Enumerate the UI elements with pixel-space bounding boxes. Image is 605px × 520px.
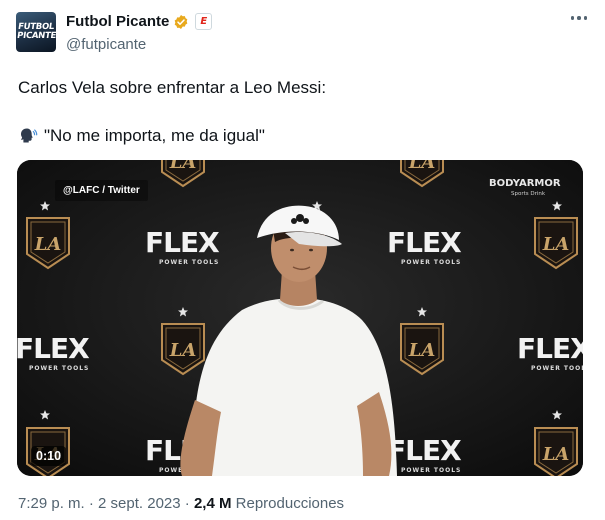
tweet-text: Carlos Vela sobre enfrentar a Leo Messi: <box>18 78 327 97</box>
video-credit: @LAFC / Twitter <box>55 180 148 201</box>
tweet-quote: "No me importa, me da igual" <box>44 126 265 145</box>
views-count: 2,4 M <box>193 495 232 512</box>
affiliate-badge-icon[interactable]: E <box>195 13 213 30</box>
avatar-text-2: PICANTE <box>16 31 56 41</box>
more-options-icon[interactable] <box>570 16 587 20</box>
tweet-quote-line: "No me importa, me da igual" <box>18 125 265 147</box>
author-handle[interactable]: @futpicante <box>66 36 146 53</box>
tweet-meta: 7:29 p. m. · 2 sept. 2023 · 2,4 M Reprod… <box>18 495 344 512</box>
meta-separator-2: · <box>184 495 190 512</box>
views-label: Reproducciones <box>235 495 345 512</box>
verified-badge-icon[interactable] <box>173 14 189 30</box>
tweet-time[interactable]: 7:29 p. m. <box>18 495 85 512</box>
video-frame: LA FLEX POWER TOOLS BODYARMO <box>17 160 583 476</box>
author-name[interactable]: Futbol Picante <box>66 13 169 30</box>
tweet-video[interactable]: LA FLEX POWER TOOLS BODYARMO <box>17 160 583 476</box>
author-name-row: Futbol Picante E <box>66 13 213 30</box>
affiliate-badge-label: E <box>200 16 208 27</box>
video-duration: 0:10 <box>31 446 67 466</box>
speaking-head-icon <box>20 128 38 143</box>
author-avatar[interactable]: FUTBOL PICANTE <box>16 12 56 52</box>
svg-text:BODYARMOR: BODYARMOR <box>489 178 561 189</box>
tweet-date[interactable]: 2 sept. 2023 <box>98 495 181 512</box>
meta-separator: · <box>88 495 94 512</box>
svg-text:Sports Drink: Sports Drink <box>511 191 546 197</box>
